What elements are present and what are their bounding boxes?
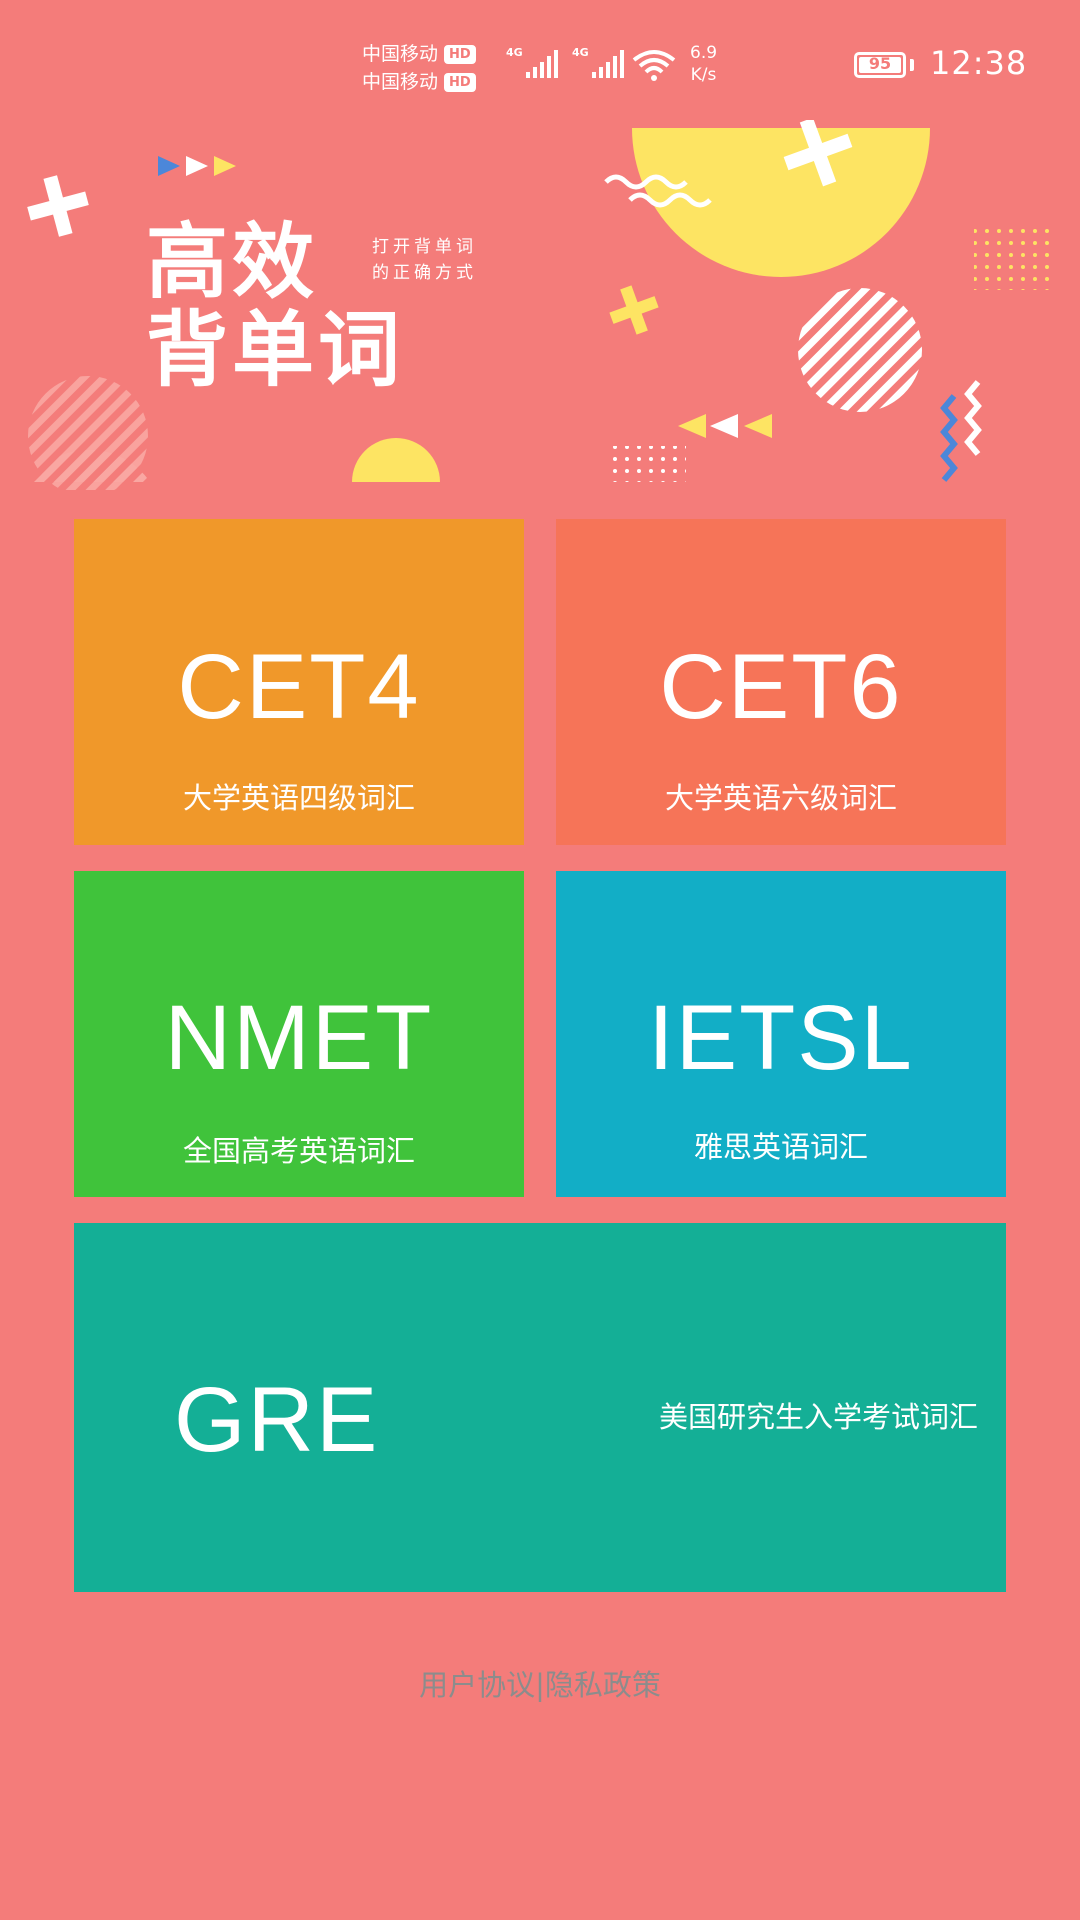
battery-icon: 95 (854, 52, 906, 78)
speed-unit: K/s (690, 65, 717, 85)
network-speed: 6.9 K/s (690, 42, 717, 86)
signal-icon: 4G (506, 46, 560, 80)
footer-links: 用户协议|隐私政策 (0, 1662, 1080, 1704)
hd-icon: HD (444, 44, 476, 64)
banner-title-line1: 高效 (146, 215, 319, 310)
battery-level: 95 (868, 54, 892, 73)
network-type-label: 4G (506, 46, 523, 59)
tile-description: 全国高考英语词汇 (182, 1134, 415, 1168)
tile-description: 美国研究生入学考试词汇 (658, 1400, 978, 1434)
tile-code: GRE (174, 1369, 380, 1471)
tile-code: CET6 (659, 636, 903, 738)
network-type-label: 4G (572, 46, 589, 59)
gre-tile[interactable]: GRE 美国研究生入学考试词汇 (74, 1223, 1006, 1592)
cet6-tile[interactable]: CET6 大学英语六级词汇 (556, 519, 1006, 845)
status-bar: 中国移动 HD 中国移动 HD 4G 4G 6.9 K/s 95 12:38 (0, 0, 1080, 130)
ietsl-tile[interactable]: IETSL 雅思英语词汇 (556, 871, 1006, 1197)
tile-code: NMET (164, 987, 434, 1089)
clock: 12:38 (930, 44, 1028, 82)
tile-code: IETSL (648, 987, 914, 1089)
carrier-info: 中国移动 HD 中国移动 HD (362, 40, 476, 96)
nmet-tile[interactable]: NMET 全国高考英语词汇 (74, 871, 524, 1197)
tile-description: 大学英语六级词汇 (664, 781, 897, 815)
footer-separator: | (535, 1668, 545, 1702)
banner: 高效 背单词 打开背单词 的正确方式 (0, 120, 1080, 490)
hd-icon: HD (444, 72, 476, 92)
wifi-icon (632, 48, 676, 86)
carrier-name-1: 中国移动 (362, 43, 439, 65)
signal-icon: 4G (572, 46, 626, 80)
tile-description: 雅思英语词汇 (693, 1130, 868, 1164)
banner-subtitle-line1: 打开背单词 (372, 237, 477, 257)
user-agreement-link[interactable]: 用户协议 (419, 1668, 535, 1702)
tile-code: CET4 (177, 636, 421, 738)
privacy-policy-link[interactable]: 隐私政策 (545, 1668, 661, 1702)
banner-title-line2: 背单词 (146, 303, 405, 398)
cet4-tile[interactable]: CET4 大学英语四级词汇 (74, 519, 524, 845)
speed-value: 6.9 (690, 43, 718, 63)
carrier-name-2: 中国移动 (362, 71, 439, 93)
banner-subtitle-line2: 的正确方式 (372, 263, 477, 283)
tile-description: 大学英语四级词汇 (182, 781, 415, 815)
